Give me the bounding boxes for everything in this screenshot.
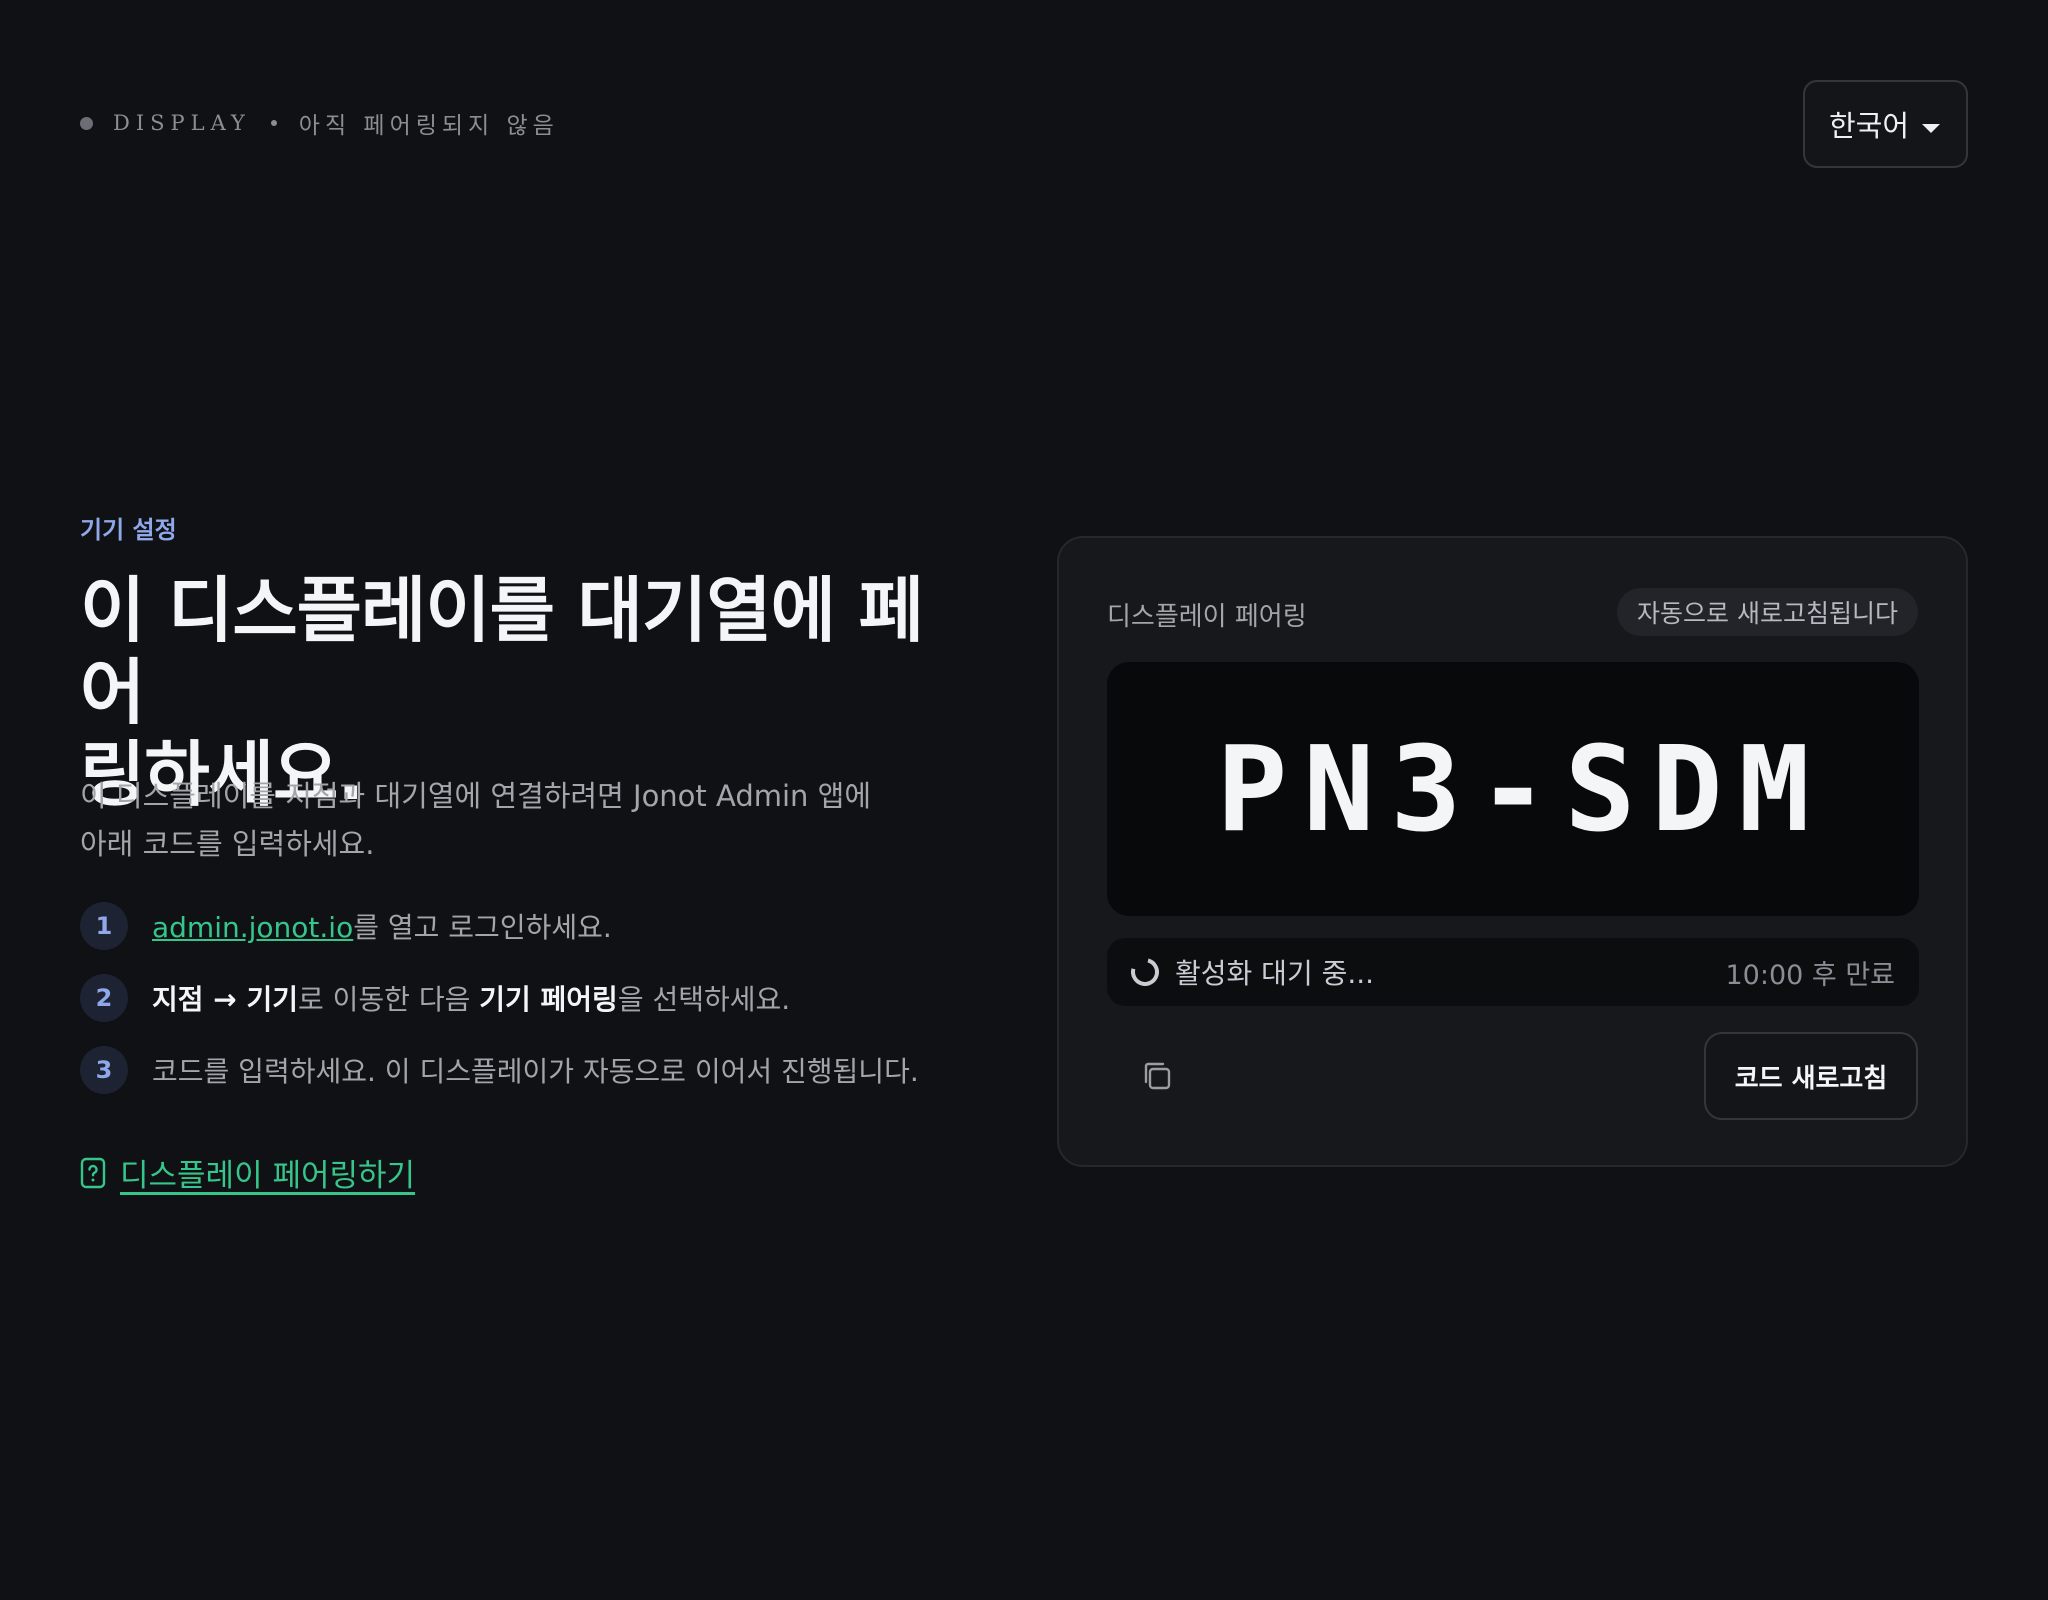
step-1-text: admin.jonot.io를 열고 로그인하세요.	[152, 906, 612, 946]
help-link[interactable]: 디스플레이 페어링하기	[80, 1150, 415, 1195]
copy-icon	[1144, 1062, 1171, 1090]
status-state: 아직 페어링되지 않음	[298, 113, 559, 139]
lead-description: 이 디스플레이를 지점과 대기열에 연결하려면 Jonot Admin 앱에 아…	[80, 772, 900, 868]
card-title: 디스플레이 페어링	[1107, 602, 1307, 632]
activation-status-bar: 활성화 대기 중... 10:00 후 만료	[1107, 938, 1919, 1006]
step-1: 1 admin.jonot.io를 열고 로그인하세요.	[80, 902, 919, 950]
page-title-line-1: 이 디스플레이를 대기열에 페어	[80, 569, 924, 734]
pairing-code: PN3-SDM	[1216, 720, 1826, 858]
status-dot-icon	[80, 116, 93, 130]
help-link-label: 디스플레이 페어링하기	[120, 1158, 416, 1194]
step-3-text: 코드를 입력하세요. 이 디스플레이가 자동으로 이어서 진행됩니다.	[152, 1055, 919, 1088]
status-tag: DISPLAY	[113, 111, 251, 135]
separator-dot-icon	[270, 120, 277, 126]
step-1-rest: 를 열고 로그인하세요.	[353, 911, 612, 944]
step-number-badge: 2	[80, 974, 128, 1022]
loading-spinner-icon	[1125, 952, 1165, 992]
copy-code-button[interactable]	[1137, 1056, 1177, 1096]
step-2-bold-action: 기기 페어링	[479, 983, 618, 1016]
help-doc-icon	[80, 1157, 106, 1188]
lead-line-1: 이 디스플레이를 지점과 대기열에 연결하려면 Jonot Admin 앱에	[80, 779, 872, 813]
step-2: 2 지점 → 기기로 이동한 다음 기기 페어링을 선택하세요.	[80, 974, 919, 1022]
refresh-code-button[interactable]: 코드 새로고침	[1704, 1032, 1918, 1120]
lead-line-2: 아래 코드를 입력하세요.	[80, 827, 375, 861]
step-3: 3 코드를 입력하세요. 이 디스플레이가 자동으로 이어서 진행됩니다.	[80, 1046, 919, 1094]
steps-list: 1 admin.jonot.io를 열고 로그인하세요. 2 지점 → 기기로 …	[80, 902, 919, 1118]
pairing-page: DISPLAY 아직 페어링되지 않음 한국어 기기 설정 이 디스플레이를 대…	[0, 0, 2048, 1600]
step-number-badge: 1	[80, 902, 128, 950]
step-2-text: 지점 → 기기로 이동한 다음 기기 페어링을 선택하세요.	[152, 978, 790, 1018]
step-number-badge: 3	[80, 1046, 128, 1094]
language-select-value: 한국어	[1829, 109, 1910, 143]
step-2-rest: 을 선택하세요.	[617, 983, 791, 1016]
step-2-mid: 로 이동한 다음	[298, 983, 480, 1016]
language-select[interactable]: 한국어	[1803, 80, 1968, 168]
admin-link[interactable]: admin.jonot.io	[152, 911, 353, 944]
step-2-bold-path: 지점 → 기기	[152, 983, 298, 1016]
pairing-status: DISPLAY 아직 페어링되지 않음	[80, 108, 559, 139]
chevron-down-icon	[1922, 124, 1940, 133]
section-eyebrow: 기기 설정	[80, 516, 177, 544]
activation-status-text: 활성화 대기 중...	[1175, 957, 1375, 990]
pairing-code-box: PN3-SDM	[1107, 662, 1919, 916]
expiry-countdown: 10:00 후 만료	[1725, 959, 1896, 991]
pairing-card: 디스플레이 페어링 자동으로 새로고침됩니다 PN3-SDM 활성화 대기 중.…	[1057, 536, 1968, 1167]
auto-refresh-badge: 자동으로 새로고침됩니다	[1617, 588, 1918, 636]
